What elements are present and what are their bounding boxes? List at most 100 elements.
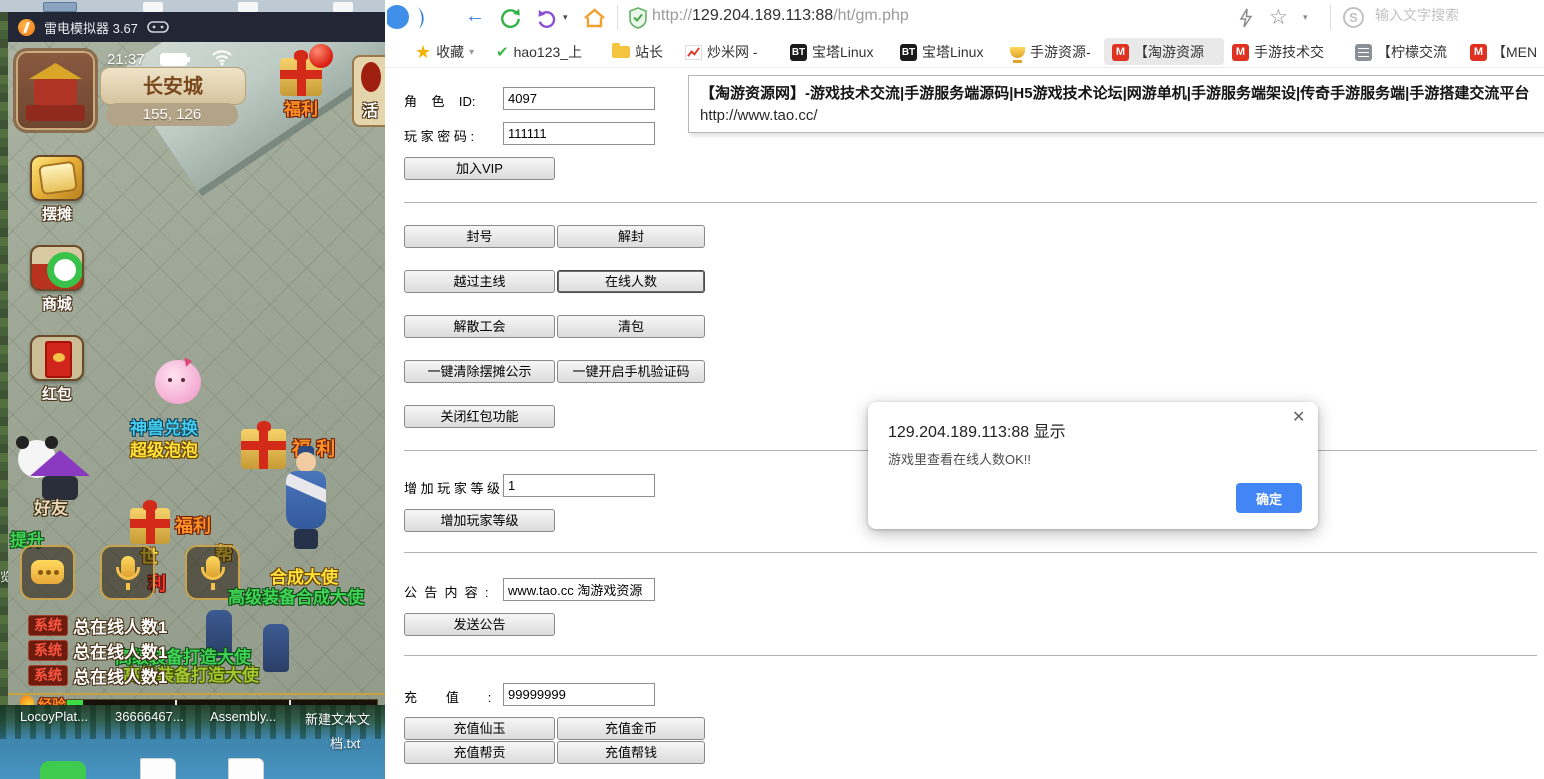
bookmark-baota-1[interactable]: BT 宝塔Linux [790, 42, 873, 62]
divider [404, 655, 1537, 656]
npc-synthesis-ambassador[interactable] [278, 450, 334, 562]
bookmark-shouyou-jishu[interactable]: M 手游技术交 [1232, 42, 1324, 62]
welfare-label[interactable]: 福利 [175, 512, 211, 538]
skip-mainline-button[interactable]: 越过主线 [404, 270, 555, 293]
document-icon[interactable] [228, 758, 264, 779]
building-body [34, 79, 77, 105]
bookmark-baota-2[interactable]: BT 宝塔Linux [900, 42, 983, 62]
alert-ok-button[interactable]: 确定 [1236, 483, 1302, 513]
player-password-label: 玩 家 密 码 : [404, 126, 474, 145]
welfare-gift-icon[interactable] [130, 508, 170, 544]
disband-guild-button[interactable]: 解散工会 [404, 315, 555, 338]
add-level-input[interactable] [503, 474, 655, 497]
screen: 览 LocoyPlat... 36666467... Assembly... 新… [0, 0, 1544, 779]
refresh-button[interactable] [499, 7, 521, 29]
chat-button[interactable] [20, 545, 75, 600]
mall-button[interactable]: 商城 [30, 245, 84, 314]
home-button[interactable] [583, 7, 606, 29]
game-screen[interactable]: 21:37 长安城 155, 126 福利 活 [8, 42, 385, 705]
add-level-button[interactable]: 增加玩家等级 [404, 509, 555, 532]
system-badge: 系统 [28, 615, 68, 636]
desktop-icon-label[interactable]: 36666467... [115, 709, 184, 724]
bookmark-zhanzhang[interactable]: 站长 [612, 42, 663, 62]
notice-input[interactable] [503, 578, 655, 601]
lightning-icon[interactable] [1238, 8, 1254, 28]
send-notice-button[interactable]: 发送公告 [404, 613, 555, 636]
bt-icon: BT [790, 44, 807, 61]
bookmark-tooltip: 【淘游资源网】-游戏技术交流|手游服务端源码|H5游戏技术论坛|网游单机|手游服… [688, 75, 1544, 133]
desktop-icon-label[interactable]: 新建文本文 [305, 709, 370, 728]
player-password-input[interactable] [503, 122, 655, 145]
bookmark-label: 手游资源- [1030, 42, 1091, 62]
chevron-down-icon: ▾ [469, 47, 474, 58]
back-button[interactable]: ← [465, 5, 485, 28]
desktop-icon-label[interactable]: LocoyPlat... [20, 709, 88, 724]
document-icon[interactable] [140, 758, 176, 779]
clear-bag-button[interactable]: 清包 [557, 315, 705, 338]
recharge-label: 充 值 : [404, 687, 491, 706]
exp-bar [66, 699, 378, 705]
star-icon: ★ [415, 43, 431, 61]
role-id-input[interactable] [503, 87, 655, 110]
activity-button[interactable]: 活 [352, 55, 385, 127]
system-chat-line: 系统 总在线人数1 [28, 613, 167, 638]
bookmark-favorites[interactable]: ★ 收藏 ▾ [415, 42, 474, 62]
desktop-icon-partial[interactable] [333, 2, 353, 12]
emulator-titlebar[interactable]: 雷电模拟器 3.67 [8, 12, 385, 42]
toolbar-search-input[interactable] [1375, 7, 1505, 23]
bookmark-taoyou-ziyuan[interactable]: M 【淘游资源 [1112, 42, 1204, 62]
recharge-xianyu-button[interactable]: 充值仙玉 [404, 717, 555, 740]
map-plaque-button[interactable] [13, 48, 98, 133]
close-redpacket-button[interactable]: 关闭红包功能 [404, 405, 555, 428]
favorite-star-button[interactable]: ☆ [1269, 7, 1288, 28]
app-icon[interactable] [40, 761, 86, 779]
building-icon [29, 63, 82, 79]
desktop-icon-label[interactable]: 档.txt [330, 733, 360, 752]
browser-toolbar: ← ▾ http://129.204.189.113:88/ht/gm.php [385, 0, 1544, 35]
bookmark-hao123[interactable]: ✔ hao123_上 [496, 42, 582, 62]
bookmark-ningmeng[interactable]: 【柠檬交流 [1355, 42, 1447, 62]
star-dropdown-caret[interactable]: ▾ [1303, 12, 1308, 23]
npc-banner-line2: 超级泡泡 [130, 436, 198, 461]
gamepad-icon [147, 20, 169, 34]
world-voice-button[interactable] [100, 545, 155, 600]
bookmark-men[interactable]: M 【MEN [1470, 42, 1537, 62]
join-vip-button[interactable]: 加入VIP [404, 157, 555, 180]
ban-button[interactable]: 封号 [404, 225, 555, 248]
security-shield-icon[interactable] [628, 7, 648, 29]
friend-character-hat[interactable] [30, 450, 90, 476]
recharge-banggong-button[interactable]: 充值帮贡 [404, 741, 555, 764]
friend-label[interactable]: 好友 [34, 494, 68, 519]
red-packet-button[interactable]: 红包 [30, 335, 84, 404]
stall-button[interactable]: 摆摊 [30, 155, 84, 224]
unban-button[interactable]: 解封 [557, 225, 705, 248]
add-level-label: 增 加 玩 家 等 级 : [404, 478, 507, 497]
close-icon[interactable]: ✕ [1292, 410, 1305, 426]
clear-stall-button[interactable]: 一键清除摆摊公示 [404, 360, 555, 383]
document-icon [1355, 44, 1372, 61]
welfare-label[interactable]: 福利 [284, 95, 318, 120]
enable-sms-button[interactable]: 一键开启手机验证码 [557, 360, 705, 383]
battery-icon [160, 53, 187, 66]
bookmark-shouyou-ziyuan[interactable]: 手游资源- [1010, 42, 1091, 62]
desktop-icon-partial[interactable] [43, 2, 77, 12]
undo-dropdown-caret[interactable]: ▾ [563, 12, 568, 23]
recharge-bangqian-button[interactable]: 充值帮钱 [557, 741, 705, 764]
bookmark-label: 站长 [635, 42, 663, 62]
bt-icon: BT [900, 44, 917, 61]
sogou-search-icon[interactable]: S [1343, 7, 1364, 28]
bookmark-label: 炒米网 - [707, 42, 758, 62]
recharge-input[interactable] [503, 683, 655, 706]
red-ball-icon [309, 44, 333, 68]
desktop-icon-partial[interactable] [238, 2, 258, 12]
undo-button[interactable] [537, 8, 559, 28]
desktop-icon-partial[interactable] [143, 2, 163, 12]
exp-tick [289, 700, 291, 705]
address-bar[interactable]: http://129.204.189.113:88/ht/gm.php [652, 7, 909, 25]
desktop-icon-label[interactable]: Assembly... [210, 709, 276, 724]
recharge-gold-button[interactable]: 充值金币 [557, 717, 705, 740]
pink-pet[interactable] [155, 360, 201, 404]
browser-logo-icon [387, 3, 427, 33]
bookmark-chaomi[interactable]: 炒米网 - [685, 42, 758, 62]
online-count-button[interactable]: 在线人数 [557, 270, 705, 293]
